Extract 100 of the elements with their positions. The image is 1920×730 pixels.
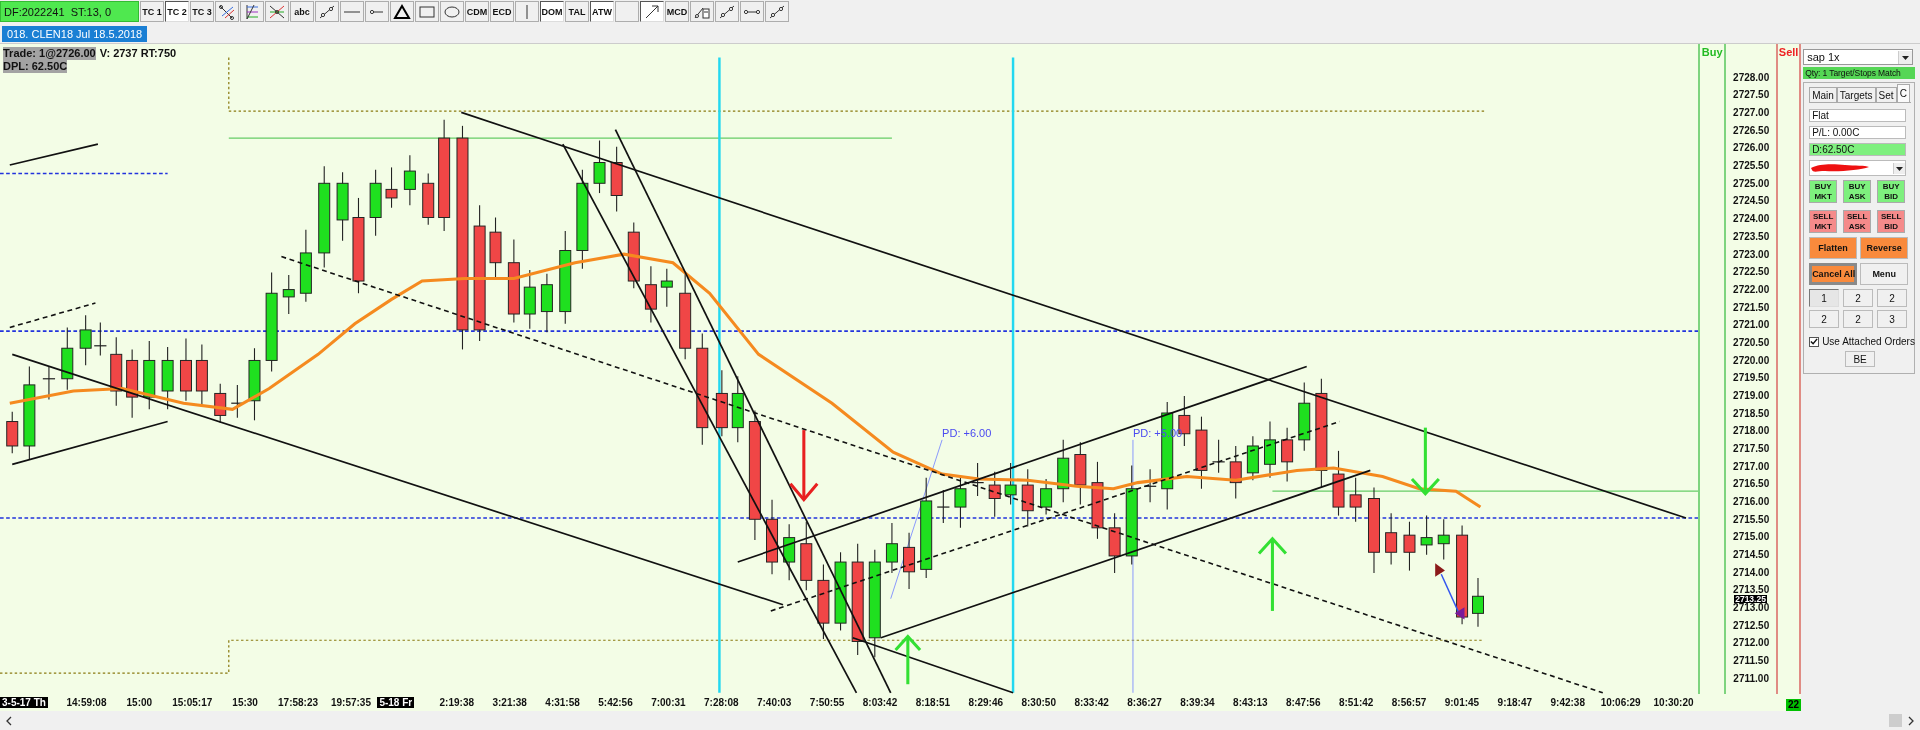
crossed-lines-icon[interactable] (265, 1, 289, 23)
horizontal-segment-icon[interactable] (740, 1, 764, 23)
candlestick (903, 532, 916, 590)
candlestick (715, 370, 728, 438)
quantity-button[interactable]: 2 (1877, 289, 1908, 308)
candlestick (1437, 519, 1450, 561)
price-label: 2714.50 (1733, 549, 1770, 559)
time-label: 14:59:08 (66, 697, 107, 709)
scroll-right-icon[interactable] (1906, 714, 1916, 727)
candlestick (110, 337, 123, 407)
toolbar-button[interactable]: TC 1 (140, 1, 164, 23)
toolbar-button[interactable]: MCD (665, 1, 689, 23)
quantity-button[interactable]: 2 (1843, 310, 1874, 329)
toolbar-button[interactable]: TC 2 (165, 1, 189, 23)
quantity-button[interactable]: 2 (1843, 289, 1874, 308)
candlestick (385, 167, 398, 209)
candlestick (214, 383, 227, 424)
time-label: 8:29:46 (968, 697, 1004, 709)
toolbar-button[interactable]: TAL (565, 1, 589, 23)
panel-tab[interactable]: Set (1875, 87, 1897, 103)
toolbar-button[interactable]: abc (290, 1, 314, 23)
time-label: 8:33:42 (1074, 697, 1109, 709)
candlestick (1332, 450, 1345, 517)
time-label: 8:51:42 (1338, 697, 1374, 709)
sell-button[interactable]: SELL MKT (1809, 210, 1838, 234)
connection-status: DF:2022241 ST:13, 0 (0, 1, 139, 23)
time-label: 8:03:42 (862, 697, 898, 709)
fork-lines-icon[interactable] (240, 1, 264, 23)
quantity-button[interactable]: 1 (1809, 289, 1840, 308)
price-label: 2724.50 (1733, 196, 1770, 206)
candlestick (42, 366, 56, 401)
order-type-dropdown[interactable] (1809, 160, 1907, 177)
buy-button[interactable]: BUY MKT (1809, 180, 1838, 204)
scroll-left-icon[interactable] (4, 714, 14, 727)
sell-button[interactable]: SELL ASK (1843, 210, 1872, 234)
time-label: 7:40:03 (756, 697, 792, 709)
checkbox[interactable] (1809, 336, 1820, 347)
chart-tab[interactable]: 018. CLEN18 Jul 18.5.2018 (2, 25, 148, 42)
quantity-button[interactable]: 2 (1809, 310, 1840, 329)
breakeven-button[interactable]: BE (1845, 351, 1876, 368)
time-label: 8:36:27 (1127, 697, 1162, 709)
toolbar-button[interactable]: ATW (590, 1, 614, 23)
candlestick (403, 155, 416, 207)
fork-lines-icon[interactable] (215, 1, 239, 23)
candlestick (1472, 577, 1484, 628)
price-label: 2713.00 (1733, 602, 1770, 612)
action-button[interactable]: Reverse (1860, 237, 1909, 260)
action-button[interactable]: Flatten (1809, 237, 1858, 260)
line-segment-icon[interactable] (765, 1, 789, 23)
price-label: 2726.50 (1733, 125, 1770, 135)
candlestick (593, 140, 606, 195)
status-field: D:62.50C (1809, 143, 1907, 157)
time-label: 10:06:29 (1600, 697, 1641, 709)
price-label: 2723.50 (1733, 231, 1770, 241)
dpl-info: DPL: 62.50C (3, 60, 68, 74)
action-button[interactable]: Cancel All (1809, 263, 1858, 286)
candlestick (1403, 521, 1416, 572)
price-label: 2721.00 (1733, 320, 1770, 330)
line-calculator-icon[interactable] (690, 1, 714, 23)
price-label: 2711.50 (1733, 655, 1769, 665)
volume-info: V: 2737 RT:750 (99, 47, 177, 61)
account-dropdown[interactable]: sap 1x (1803, 49, 1914, 66)
time-label: 15:05:17 (172, 697, 213, 709)
price-label: 2727.00 (1733, 108, 1770, 118)
annotation-label: PD: +5.00 (1132, 427, 1183, 440)
price-label: 2719.50 (1733, 373, 1770, 383)
candlestick (282, 274, 295, 316)
toolbar-button[interactable]: CDM (465, 1, 489, 23)
price-label: 2716.00 (1733, 496, 1770, 506)
candlestick (523, 269, 536, 330)
price-label: 2717.50 (1733, 443, 1770, 453)
sell-button[interactable]: SELL BID (1877, 210, 1906, 234)
toolbar-button[interactable]: TC 3 (190, 1, 214, 23)
candlestick (644, 266, 657, 324)
scrollbar-thumb[interactable] (1889, 714, 1902, 728)
time-label: 3-5-17 Th (0, 697, 48, 709)
quantity-button[interactable]: 3 (1877, 310, 1908, 329)
toolbar-button[interactable]: DOM (540, 1, 564, 23)
line-segment-icon[interactable] (315, 1, 339, 23)
panel-tab[interactable]: Main (1809, 87, 1837, 103)
arrow-marker (1435, 563, 1465, 620)
sell-column-header: Sell (1778, 46, 1799, 61)
price-label: 2725.50 (1733, 161, 1770, 171)
line-segment-icon[interactable] (715, 1, 739, 23)
candlestick (1246, 436, 1259, 482)
toolbar-button[interactable]: ECD (490, 1, 514, 23)
dropdown-icon (1893, 162, 1906, 174)
candlestick (1074, 442, 1087, 506)
time-label: 8:47:56 (1286, 697, 1321, 709)
panel-tab[interactable]: Targets (1836, 87, 1876, 103)
action-button[interactable]: Menu (1860, 263, 1909, 286)
price-label: 2715.50 (1733, 514, 1770, 524)
price-label: 2715.00 (1733, 532, 1770, 542)
annotation-label: PD: +6.00 (942, 427, 992, 440)
status-field: P/L: 0.00C (1809, 126, 1907, 140)
trade-info: Trade: 1@2726.00 (3, 47, 96, 61)
candlestick (954, 477, 967, 529)
dropdown-icon (1898, 50, 1913, 64)
buy-button[interactable]: BUY BID (1877, 180, 1906, 204)
buy-button[interactable]: BUY ASK (1843, 180, 1872, 204)
